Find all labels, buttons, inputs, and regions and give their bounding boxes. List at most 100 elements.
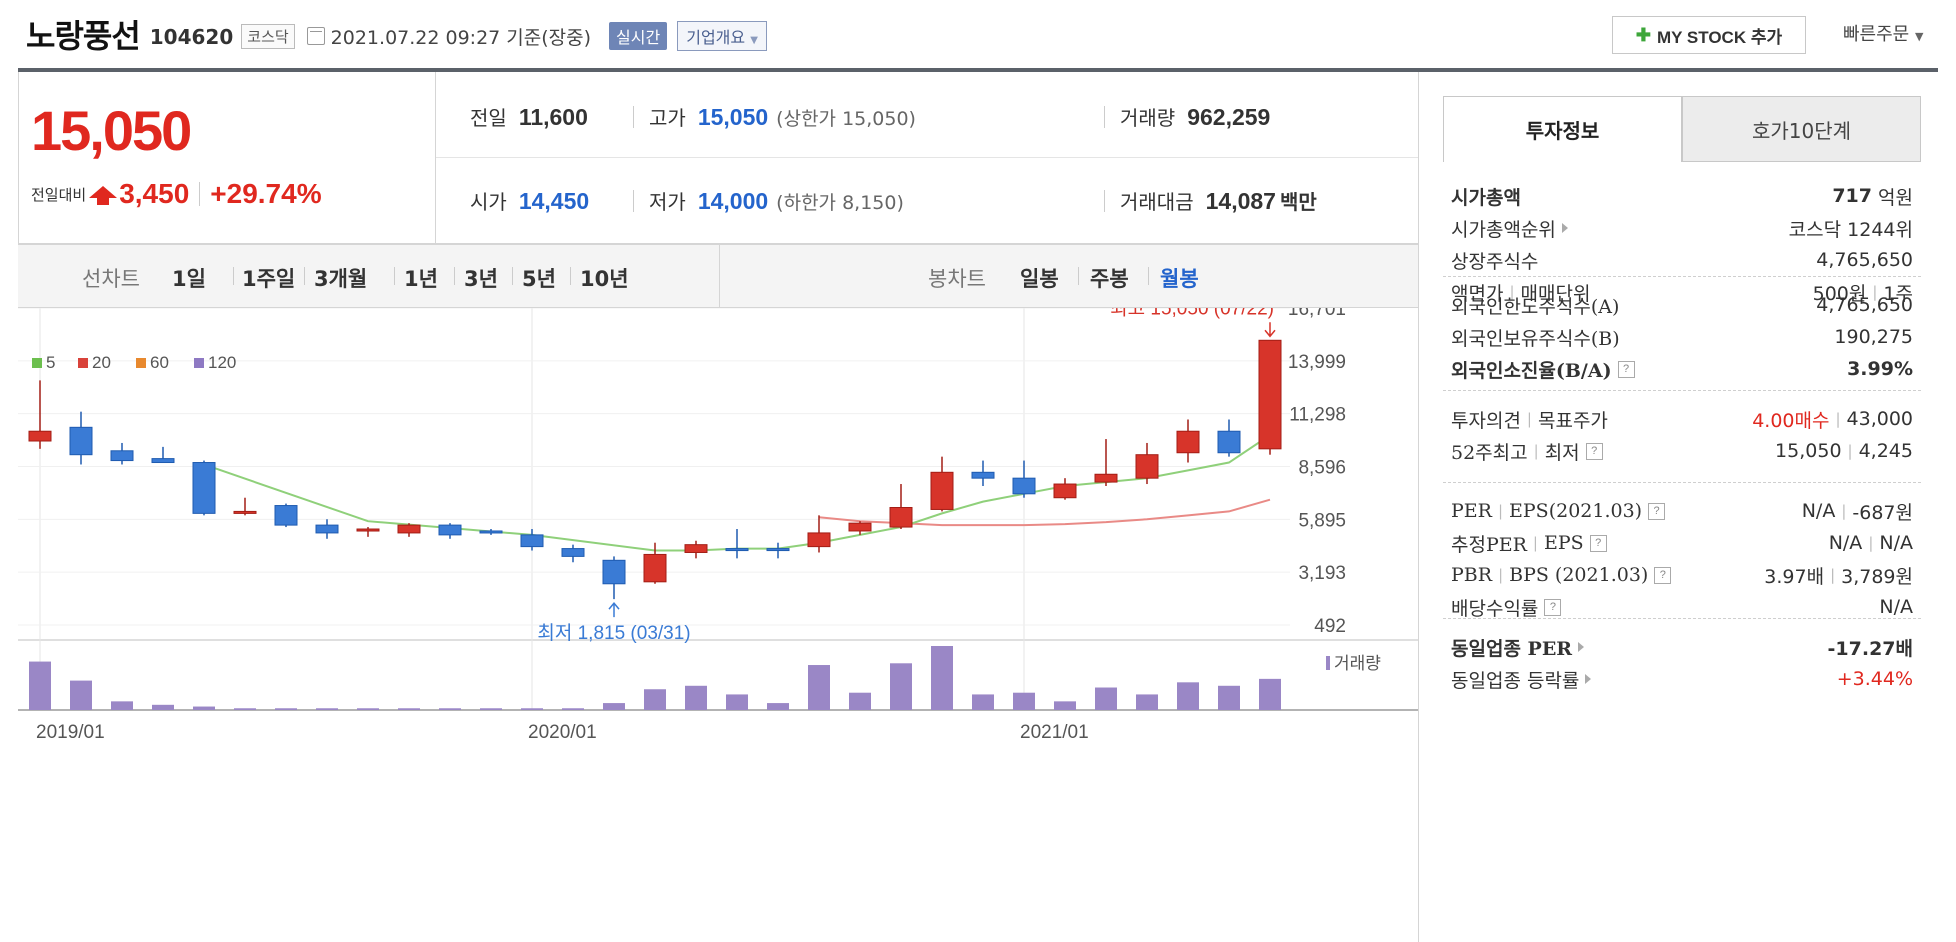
label: 외국인보유주식수(B)	[1451, 327, 1620, 350]
candle-body	[889, 507, 913, 528]
change-percent: +29.74%	[210, 178, 322, 209]
est-per-value: N/A	[1828, 532, 1863, 554]
candle-body	[1258, 339, 1282, 450]
y-tick-label: 11,298	[1289, 405, 1346, 426]
help-icon[interactable]: ?	[1617, 360, 1635, 378]
label: 추정PER | EPS?	[1451, 530, 1607, 557]
label: 동일업종 PER	[1451, 634, 1585, 661]
divider: |	[1498, 566, 1504, 584]
stock-name: 노랑풍선	[26, 17, 141, 55]
period-1w[interactable]: 1주일	[242, 263, 295, 293]
candle-body	[561, 548, 585, 557]
help-icon[interactable]: ?	[1585, 442, 1603, 460]
row-sector-change[interactable]: 동일업종 등락률 +3.44%	[1451, 663, 1913, 695]
tab-orderbook[interactable]: 호가10단계	[1682, 96, 1921, 162]
divider: |	[1532, 534, 1538, 552]
row-sector-per[interactable]: 동일업종 PER -17.27배	[1451, 631, 1913, 663]
value: -17.27배	[1827, 637, 1913, 660]
period-5y[interactable]: 5년	[522, 263, 556, 293]
divider: |	[1847, 442, 1853, 460]
y-tick-label: 5,895	[1298, 510, 1346, 531]
help-icon[interactable]: ?	[1648, 502, 1666, 520]
realtime-button[interactable]: 실시간	[609, 22, 668, 50]
volume-bar	[808, 665, 830, 710]
divider: |	[1533, 442, 1539, 460]
help-icon[interactable]: ?	[1654, 566, 1672, 584]
current-price: 15,050	[31, 99, 192, 162]
value: 3.97배 | 3,789원	[1764, 562, 1913, 589]
period-10y[interactable]: 10년	[580, 263, 629, 293]
period-1y[interactable]: 1년	[404, 263, 438, 293]
price-change: 전일대비 3,450 +29.74%	[31, 178, 322, 210]
company-info-dropdown[interactable]: 기업개요 ▼	[677, 21, 767, 51]
my-stock-add-button[interactable]: ✚ MY STOCK 추가	[1612, 16, 1806, 54]
help-icon[interactable]: ?	[1544, 598, 1562, 616]
row-opinion: 투자의견 | 목표주가 4.00매수 | 43,000	[1451, 403, 1913, 435]
label: PBR | BPS (2021.03)?	[1451, 564, 1672, 586]
row-cap-rank[interactable]: 시가총액순위 코스닥 1244위	[1451, 212, 1913, 244]
legend-label: 120	[208, 353, 236, 372]
chevron-down-icon: ▼	[750, 35, 758, 46]
chevron-down-icon: ▼	[1914, 30, 1924, 43]
volume-bar	[1136, 694, 1158, 710]
legend-swatch	[194, 358, 204, 368]
stock-code: 104620	[149, 25, 234, 49]
help-icon[interactable]: ?	[1589, 534, 1607, 552]
value: +3.44%	[1836, 668, 1913, 690]
label: 배당수익률?	[1451, 594, 1562, 621]
up-arrow-icon	[89, 186, 118, 205]
volume-bar	[70, 680, 92, 710]
label: 시가총액	[1451, 186, 1521, 209]
quick-order-label: 빠른주문	[1843, 24, 1910, 45]
period-3y[interactable]: 3년	[464, 263, 498, 293]
chart-legend: 5 20 60 120	[32, 353, 236, 372]
lower-limit: (하한가 8,150)	[776, 192, 904, 214]
candle-monthly[interactable]: 월봉	[1160, 263, 1199, 293]
stat-value: 962,259	[1187, 104, 1271, 130]
row-foreign-hold: 외국인보유주식수(B) 190,275	[1451, 321, 1913, 353]
candle-daily[interactable]: 일봉	[1020, 263, 1059, 293]
divider	[1104, 106, 1105, 128]
candle-body	[1217, 430, 1241, 454]
candle-body	[1053, 483, 1077, 499]
period-1d[interactable]: 1일	[172, 263, 206, 293]
low-annotation: 최저 1,815 (03/31)	[537, 622, 690, 644]
target-label: 목표주가	[1537, 409, 1608, 432]
candle-weekly[interactable]: 주봉	[1090, 263, 1129, 293]
calendar-icon	[306, 27, 325, 45]
divider	[1078, 267, 1079, 285]
change-amount: 3,450	[119, 178, 190, 209]
value: 190,275	[1834, 326, 1913, 348]
candle-body	[1012, 477, 1036, 495]
candle-body	[192, 462, 216, 514]
price-stats: 전일 11,600 고가 15,050 (상한가 15,050) 거래량 962…	[436, 72, 1418, 244]
volume-bar	[439, 708, 461, 710]
y-tick-label: 16,701	[1288, 308, 1346, 320]
label: PER | EPS(2021.03)?	[1451, 500, 1666, 522]
y-tick-label: 3,193	[1298, 563, 1346, 584]
upper-limit: (상한가 15,050)	[776, 108, 916, 130]
quick-order-button[interactable]: 빠른주문 ▼	[1843, 20, 1923, 46]
value: 15,050 | 4,245	[1775, 440, 1913, 462]
volume-bar	[972, 694, 994, 710]
candle-body	[151, 458, 175, 464]
volume-bar	[234, 708, 256, 710]
tab-invest-info[interactable]: 투자정보	[1443, 96, 1682, 162]
opinion-label: 투자의견	[1451, 409, 1521, 432]
volume-bar	[890, 663, 912, 710]
w52-low-label: 최저	[1544, 441, 1580, 464]
period-3m[interactable]: 3개월	[314, 263, 367, 293]
divider	[633, 190, 634, 212]
est-per-label: 추정PER	[1451, 533, 1527, 556]
invest-panel: 투자정보 호가10단계 시가총액 717 억원 시가총액순위 코스닥 1244위…	[1418, 72, 1956, 942]
x-tick-label: 2021/01	[1020, 722, 1089, 743]
high-annotation: 최고 15,050 (07/22)	[1110, 308, 1274, 319]
candle-body	[397, 524, 421, 534]
candle-body	[684, 544, 708, 553]
volume-bar	[1054, 701, 1076, 710]
divider	[199, 182, 201, 206]
stat-volume: 거래량 962,259	[1120, 102, 1270, 131]
stock-chart: 5 20 60 120 492 3,193 5,895 8,596 11,298 13,999 1…	[18, 308, 1418, 743]
caret-right-icon	[1578, 642, 1585, 652]
eps-value: -687원	[1852, 501, 1913, 524]
